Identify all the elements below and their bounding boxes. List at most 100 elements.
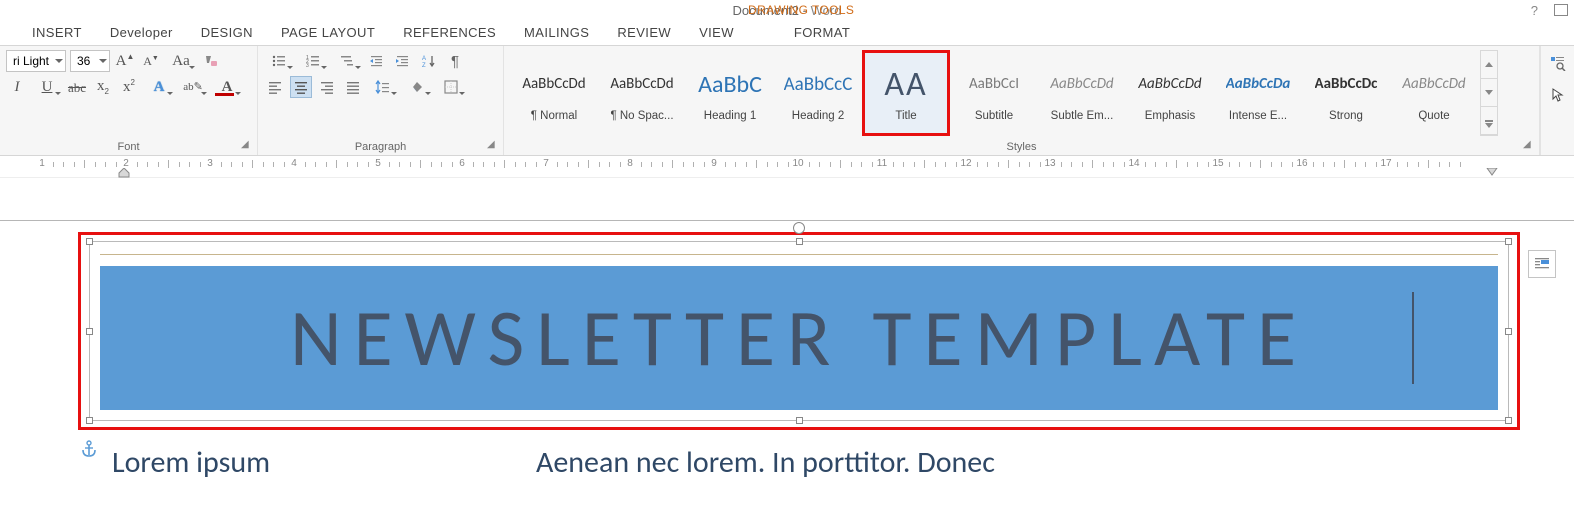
clear-formatting-button[interactable]	[200, 50, 222, 72]
line-spacing-button[interactable]	[368, 76, 398, 98]
font-family-combo[interactable]	[6, 50, 66, 72]
tab-review[interactable]: REVIEW	[603, 21, 685, 44]
text-cursor	[1412, 292, 1414, 384]
bullets-button[interactable]	[264, 50, 294, 72]
change-case-button[interactable]: Aa	[166, 50, 196, 72]
resize-handle[interactable]	[1505, 328, 1512, 335]
font-color-button[interactable]: A	[212, 76, 242, 98]
text-effects-button[interactable]: A	[144, 76, 174, 98]
horizontal-ruler[interactable]: 1234567891011121314151617	[0, 156, 1574, 178]
resize-handle[interactable]	[86, 417, 93, 424]
resize-handle[interactable]	[1505, 417, 1512, 424]
gallery-up-button[interactable]	[1481, 51, 1497, 79]
style-item-subtle-em-[interactable]: AaBbCcDdSubtle Em...	[1038, 50, 1126, 136]
grow-font-button[interactable]: A▲	[114, 50, 136, 72]
align-right-button[interactable]	[316, 76, 338, 98]
gallery-more-button[interactable]	[1481, 107, 1497, 135]
style-item-quote[interactable]: AaBbCcDdQuote	[1390, 50, 1478, 136]
gallery-down-button[interactable]	[1481, 79, 1497, 107]
maximize-icon[interactable]	[1554, 4, 1568, 16]
tab-design[interactable]: DESIGN	[187, 21, 267, 44]
style-preview: AaBbCcDd	[1402, 64, 1465, 104]
style-preview: AaBbCcI	[969, 64, 1019, 104]
ruler-number: 11	[877, 158, 887, 169]
borders-button[interactable]	[436, 76, 466, 98]
paragraph-dialog-launcher-icon[interactable]: ◢	[487, 139, 499, 151]
body-text-2[interactable]: Aenean nec lorem. In porttitor. Donec	[536, 444, 995, 481]
shading-button[interactable]	[402, 76, 432, 98]
resize-handle[interactable]	[796, 417, 803, 424]
shrink-font-button[interactable]: A▼	[140, 50, 162, 72]
superscript-button[interactable]: x2	[118, 76, 140, 98]
title-text[interactable]: NEWSLETTER TEMPLATE	[290, 290, 1308, 387]
italic-button[interactable]: I	[6, 76, 28, 98]
resize-handle[interactable]	[1505, 238, 1512, 245]
ruler-number: 17	[1380, 158, 1391, 169]
ruler-number: 1	[39, 158, 45, 169]
tab-references[interactable]: REFERENCES	[389, 21, 510, 44]
style-item-strong[interactable]: AaBbCcDcStrong	[1302, 50, 1390, 136]
decorative-rule	[100, 254, 1498, 255]
font-size-combo[interactable]	[70, 50, 110, 72]
style-item-emphasis[interactable]: AaBbCcDdEmphasis	[1126, 50, 1214, 136]
tab-view[interactable]: VIEW	[685, 21, 748, 44]
resize-handle[interactable]	[86, 238, 93, 245]
body-text-1[interactable]: Lorem ipsum	[112, 444, 270, 481]
subscript-button[interactable]: x2	[92, 76, 114, 98]
chevron-down-icon	[99, 59, 107, 63]
ruler-number: 13	[1044, 158, 1055, 169]
style-preview: AaBbC	[698, 64, 762, 104]
gallery-scroll	[1480, 50, 1498, 136]
rotate-handle-icon[interactable]	[793, 222, 805, 234]
resize-handle[interactable]	[796, 238, 803, 245]
align-center-button[interactable]	[290, 76, 312, 98]
tab-developer[interactable]: Developer	[96, 21, 187, 44]
font-dialog-launcher-icon[interactable]: ◢	[241, 139, 253, 151]
sort-button[interactable]: AZ	[418, 50, 440, 72]
style-name-label: Intense E...	[1229, 110, 1287, 122]
find-icon[interactable]	[1547, 52, 1569, 74]
ruler-number: 12	[960, 158, 971, 169]
tab-format[interactable]: FORMAT	[780, 21, 864, 44]
select-icon[interactable]	[1547, 84, 1569, 106]
style-item-heading-1[interactable]: AaBbCHeading 1	[686, 50, 774, 136]
help-icon[interactable]: ?	[1531, 3, 1538, 18]
decrease-indent-button[interactable]	[366, 50, 388, 72]
multilevel-list-button[interactable]	[332, 50, 362, 72]
show-paragraph-marks-button[interactable]: ¶	[444, 50, 466, 72]
strikethrough-button[interactable]: abc	[66, 76, 88, 98]
tab-mailings[interactable]: MAILINGS	[510, 21, 603, 44]
numbering-button[interactable]: 123	[298, 50, 328, 72]
style-preview: AaBbCcDd	[1050, 64, 1113, 104]
style-item-intense-e-[interactable]: AaBbCcDaIntense E...	[1214, 50, 1302, 136]
right-indent-marker[interactable]	[1486, 168, 1498, 176]
svg-text:3: 3	[306, 63, 309, 69]
left-indent-marker[interactable]	[118, 168, 130, 178]
title-textbox[interactable]: NEWSLETTER TEMPLATE	[89, 241, 1509, 421]
font-family-input[interactable]	[13, 54, 51, 68]
layout-options-button[interactable]	[1528, 250, 1556, 278]
underline-button[interactable]: U	[32, 76, 62, 98]
style-item--normal[interactable]: AaBbCcDd¶ Normal	[510, 50, 598, 136]
style-item--no-spac-[interactable]: AaBbCcDd¶ No Spac...	[598, 50, 686, 136]
font-size-input[interactable]	[77, 54, 95, 68]
ribbon-tabs: INSERT Developer DESIGN PAGE LAYOUT REFE…	[0, 20, 1574, 46]
paragraph-group-label: Paragraph	[264, 139, 497, 155]
ribbon: A▲ A▼ Aa I U abc x2 x2 A ab✎ A Font ◢ 12…	[0, 46, 1574, 156]
style-item-heading-2[interactable]: AaBbCcCHeading 2	[774, 50, 862, 136]
tab-insert[interactable]: INSERT	[18, 21, 96, 44]
style-item-subtitle[interactable]: AaBbCcISubtitle	[950, 50, 1038, 136]
increase-indent-button[interactable]	[392, 50, 414, 72]
justify-button[interactable]	[342, 76, 364, 98]
resize-handle[interactable]	[86, 328, 93, 335]
style-preview: AaBbCcDd	[522, 64, 585, 104]
style-name-label: Emphasis	[1145, 110, 1196, 122]
anchor-icon[interactable]	[80, 440, 98, 461]
styles-dialog-launcher-icon[interactable]: ◢	[1523, 139, 1535, 151]
ruler-number: 14	[1128, 158, 1139, 169]
style-item-title[interactable]: AATitle	[862, 50, 950, 136]
highlight-color-button[interactable]: ab✎	[178, 76, 208, 98]
ruler-number: 16	[1296, 158, 1307, 169]
tab-page-layout[interactable]: PAGE LAYOUT	[267, 21, 389, 44]
align-left-button[interactable]	[264, 76, 286, 98]
